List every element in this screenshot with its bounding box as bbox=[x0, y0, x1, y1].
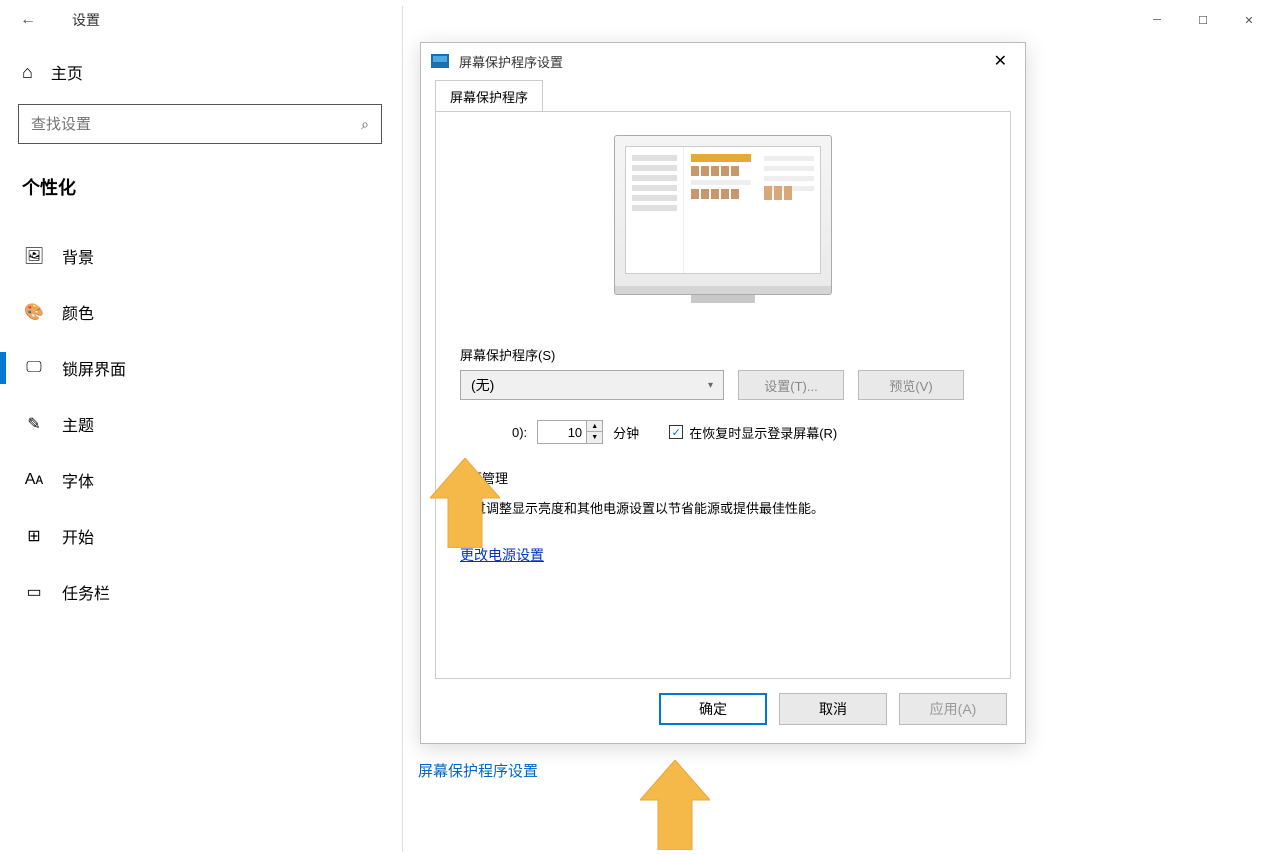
nav-fonts[interactable]: Aᴀ 字体 bbox=[18, 452, 382, 508]
home-icon: ⌂ bbox=[22, 62, 33, 83]
home-label: 主页 bbox=[51, 60, 83, 84]
nav-label: 主题 bbox=[62, 412, 94, 436]
minutes-label: 分钟 bbox=[613, 423, 639, 442]
dropdown-value: (无) bbox=[471, 375, 494, 395]
tab-panel: 屏幕保护程序(S) (无) ▾ 设置(T)... 预览(V) 0): ▲ ▼ bbox=[435, 111, 1011, 679]
checkbox-icon: ✓ bbox=[669, 425, 683, 439]
monitor-preview bbox=[614, 135, 832, 315]
search-box[interactable]: ⌕ bbox=[18, 104, 382, 144]
dialog-footer: 确定 取消 应用(A) bbox=[421, 679, 1025, 739]
theme-icon: ✎ bbox=[24, 414, 44, 434]
chevron-down-icon: ▾ bbox=[708, 380, 713, 391]
wait-spinner[interactable]: ▲ ▼ bbox=[537, 420, 603, 444]
resume-checkbox[interactable]: ✓ 在恢复时显示登录屏幕(R) bbox=[669, 423, 837, 442]
window-controls: ─ ☐ ✕ bbox=[1134, 4, 1272, 36]
search-input[interactable] bbox=[31, 116, 361, 133]
dialog-close-button[interactable]: ✕ bbox=[986, 47, 1015, 75]
wait-input[interactable] bbox=[538, 425, 586, 440]
dialog-icon bbox=[431, 54, 449, 68]
spinner-up-icon[interactable]: ▲ bbox=[587, 421, 602, 432]
nav-label: 开始 bbox=[62, 524, 94, 548]
tab-screensaver[interactable]: 屏幕保护程序 bbox=[435, 80, 543, 112]
power-settings-link[interactable]: 更改电源设置 bbox=[460, 547, 544, 563]
settings-button[interactable]: 设置(T)... bbox=[738, 370, 844, 400]
settings-sidebar: ⌂ 主页 ⌕ 个性化 🖼 背景 🎨 颜色 🖵 锁屏界面 ✎ 主题 Aᴀ 字体 bbox=[0, 40, 400, 852]
taskbar-icon: ▭ bbox=[24, 582, 44, 602]
nav-taskbar[interactable]: ▭ 任务栏 bbox=[18, 564, 382, 620]
apply-button[interactable]: 应用(A) bbox=[899, 693, 1007, 725]
wait-suffix-label: 0): bbox=[512, 425, 527, 440]
preview-button[interactable]: 预览(V) bbox=[858, 370, 964, 400]
tab-header: 屏幕保护程序 bbox=[435, 79, 1011, 111]
nav-label: 任务栏 bbox=[62, 580, 110, 604]
nav-themes[interactable]: ✎ 主题 bbox=[18, 396, 382, 452]
home-nav[interactable]: ⌂ 主页 bbox=[18, 60, 382, 84]
dialog-title: 屏幕保护程序设置 bbox=[459, 52, 563, 71]
cancel-button[interactable]: 取消 bbox=[779, 693, 887, 725]
nav-label: 锁屏界面 bbox=[62, 356, 126, 380]
section-title: 个性化 bbox=[18, 174, 382, 200]
nav-label: 颜色 bbox=[62, 300, 94, 324]
spinner-down-icon[interactable]: ▼ bbox=[587, 432, 602, 443]
power-section-title: 电源管理 bbox=[456, 468, 986, 487]
font-icon: Aᴀ bbox=[24, 471, 44, 489]
nav-label: 背景 bbox=[62, 244, 94, 268]
nav-start[interactable]: ⊞ 开始 bbox=[18, 508, 382, 564]
screensaver-settings-link[interactable]: 屏幕保护程序设置 bbox=[418, 760, 538, 781]
nav-lockscreen[interactable]: 🖵 锁屏界面 bbox=[18, 340, 382, 396]
close-window-button[interactable]: ✕ bbox=[1226, 4, 1272, 36]
minimize-button[interactable]: ─ bbox=[1134, 4, 1180, 36]
dialog-titlebar: 屏幕保护程序设置 ✕ bbox=[421, 43, 1025, 79]
resume-label: 在恢复时显示登录屏幕(R) bbox=[689, 423, 837, 442]
power-description: 通过调整显示亮度和其他电源设置以节省能源或提供最佳性能。 bbox=[460, 499, 986, 519]
back-button[interactable]: ← bbox=[8, 3, 48, 37]
start-icon: ⊞ bbox=[24, 526, 44, 546]
nav-label: 字体 bbox=[62, 468, 94, 492]
screensaver-label: 屏幕保护程序(S) bbox=[460, 345, 986, 364]
app-title: 设置 bbox=[72, 10, 100, 30]
lockscreen-icon: 🖵 bbox=[24, 359, 44, 377]
maximize-button[interactable]: ☐ bbox=[1180, 4, 1226, 36]
nav-background[interactable]: 🖼 背景 bbox=[18, 228, 382, 284]
screensaver-dropdown[interactable]: (无) ▾ bbox=[460, 370, 724, 400]
search-icon: ⌕ bbox=[361, 116, 369, 133]
palette-icon: 🎨 bbox=[24, 302, 44, 322]
window-titlebar: ← 设置 ─ ☐ ✕ bbox=[0, 0, 1280, 40]
screensaver-dialog: 屏幕保护程序设置 ✕ 屏幕保护程序 屏幕保护程序(S) (无) bbox=[420, 42, 1026, 744]
ok-button[interactable]: 确定 bbox=[659, 693, 767, 725]
nav-colors[interactable]: 🎨 颜色 bbox=[18, 284, 382, 340]
picture-icon: 🖼 bbox=[24, 246, 44, 266]
